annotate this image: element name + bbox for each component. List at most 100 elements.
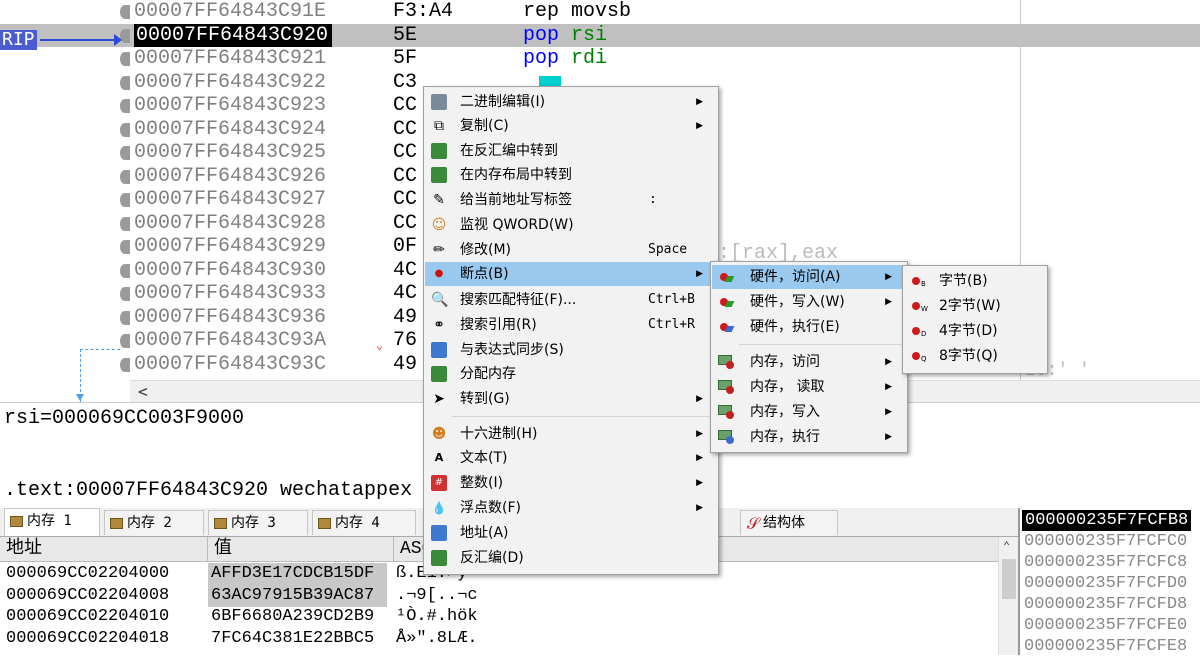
breakpoint-gutter-dot[interactable] xyxy=(120,310,130,325)
bp-item-4[interactable]: 内存， 读取 ▶ xyxy=(712,375,906,399)
rip-label: RIP xyxy=(0,29,37,50)
menu-item-sync[interactable]: 与表达式同步(S) xyxy=(425,338,717,362)
menu-item-watch[interactable]: ☺ 监视 QWORD(W) xyxy=(425,213,717,237)
menu-item-label: 反汇编(D) xyxy=(460,550,524,566)
menu-item-search-pattern[interactable]: 🔍 搜索匹配特征(F)... Ctrl+B xyxy=(425,288,717,312)
breakpoint-size-icon: B xyxy=(910,273,926,289)
header-address[interactable]: 地址 xyxy=(0,537,208,561)
menu-item-label: 地址(A) xyxy=(460,525,509,541)
stack-row[interactable]: 000000235F7FCFC8 xyxy=(1024,552,1187,573)
breakpoint-gutter-dot[interactable] xyxy=(120,169,130,184)
tab-struct[interactable]: 𝒮 结构体 xyxy=(740,510,838,535)
stack-row[interactable]: 000000235F7FCFE0 xyxy=(1024,615,1187,636)
stack-row[interactable]: 000000235F7FCFD8 xyxy=(1024,594,1187,615)
menu-item-shortcut: Space xyxy=(648,242,688,257)
submenu-arrow-icon: ▶ xyxy=(885,382,892,392)
stack-row-current[interactable]: 000000235F7FCFB8 xyxy=(1022,510,1192,531)
menu-item-binoculars[interactable]: ⚭ 搜索引用(R) Ctrl+R xyxy=(425,313,717,337)
bp-item-3[interactable]: 内存，访问 ▶ xyxy=(712,350,906,374)
tab-memory-4[interactable]: 内存 4 xyxy=(312,510,416,535)
breakpoint-gutter-dot[interactable] xyxy=(120,287,130,301)
dump-address: 000069CC02204008 xyxy=(6,585,170,605)
breakpoint-gutter-dot[interactable] xyxy=(120,357,130,372)
memory-breakpoint-icon xyxy=(718,404,734,420)
menu-item-shortcut: Ctrl+B xyxy=(648,292,695,307)
scroll-thumb[interactable] xyxy=(1002,559,1016,599)
bp-item-label: 硬件，访问(A) xyxy=(750,269,841,285)
menu-item-integer[interactable]: # 整数(I) ▶ xyxy=(425,471,717,495)
bp-item-1[interactable]: 硬件，写入(W) ▶ xyxy=(712,290,906,314)
dump-row[interactable]: 000069CC02204010 6BF6680A239CD2B9 ¹Ò.#.hök xyxy=(0,606,1000,628)
stack-row[interactable]: 000000235F7FCFC0 xyxy=(1024,531,1187,552)
breakpoint-gutter-dot[interactable] xyxy=(120,263,130,278)
tab-memory-1[interactable]: 内存 1 xyxy=(4,508,100,536)
submenu-arrow-icon: ▶ xyxy=(696,97,703,107)
dump-row[interactable]: 000069CC02204008 63AC97915B39AC87 .¬9[..¬c xyxy=(0,584,1000,607)
size-item-w[interactable]: W 2字节(W) xyxy=(904,294,1046,318)
stack-view[interactable]: 000000235F7FCFB8 000000235F7FCFC0 00000023… xyxy=(1018,508,1200,657)
scroll-left-icon[interactable]: < xyxy=(138,381,148,402)
menu-item-copy[interactable]: ⧉ 复制(C) ▶ xyxy=(425,114,717,138)
tab-memory-2[interactable]: 内存 2 xyxy=(104,510,204,535)
breakpoint-gutter-dot[interactable] xyxy=(120,75,130,90)
breakpoint-size-icon: W xyxy=(910,298,928,314)
header-value[interactable]: 值 xyxy=(208,537,394,561)
goto-memmap-icon xyxy=(431,167,447,183)
size-item-label: 2字节(W) xyxy=(939,298,1001,314)
menu-item-label[interactable]: ✎ 给当前地址写标签: xyxy=(425,188,717,212)
breakpoint-gutter-dot[interactable] xyxy=(120,122,130,137)
disasm-address: 00007FF64843C93C xyxy=(134,352,327,376)
bp-item-5[interactable]: 内存，写入 ▶ xyxy=(712,400,906,424)
disasm-row[interactable]: 00007FF64843C921 5F pop rdi xyxy=(0,47,1200,71)
breakpoint-gutter-dot[interactable] xyxy=(120,5,130,19)
breakpoint-gutter-dot[interactable] xyxy=(120,99,130,113)
menu-item-float[interactable]: 💧 浮点数(F) ▶ xyxy=(425,496,717,520)
disasm-bytes: 5E xyxy=(393,23,418,47)
menu-item-goto-memmap[interactable]: 在内存布局中转到 xyxy=(425,163,717,187)
disasm-row-current[interactable]: 00007FF64843C920 5E pop rsi xyxy=(0,23,1200,47)
rip-arrow xyxy=(40,39,118,41)
bp-item-2[interactable]: 硬件，执行(E) xyxy=(712,315,906,339)
binary-edit-icon xyxy=(431,94,447,110)
dump-vertical-scrollbar[interactable]: ⌃ xyxy=(998,537,1019,655)
disasm-bytes: 5F xyxy=(393,47,418,70)
size-item-q[interactable]: Q 8字节(Q) xyxy=(904,344,1046,368)
dump-value: 7FC64C381E22BBC5 xyxy=(211,628,375,648)
disasm-bytes: 4C xyxy=(393,258,418,282)
menu-item-text[interactable]: A 文本(T) ▶ xyxy=(425,446,717,470)
menu-item-goto[interactable]: ➤ 转到(G) ▶ xyxy=(425,387,717,411)
menu-item-breakpoint[interactable]: ● 断点(B) ▶ xyxy=(425,262,717,286)
size-item-d[interactable]: D 4字节(D) xyxy=(904,319,1046,343)
menu-item-allocate-memory[interactable]: 分配内存 xyxy=(425,362,717,386)
menu-item-label: 在反汇编中转到 xyxy=(460,143,558,159)
label-icon: ✎ xyxy=(433,192,445,208)
size-item-b[interactable]: B 字节(B) xyxy=(904,269,1046,293)
menu-item-binary-edit[interactable]: 二进制编辑(I) ▶ xyxy=(425,90,717,114)
bp-item-6[interactable]: 内存，执行 ▶ xyxy=(712,425,906,449)
menu-item-disassembly[interactable]: 反汇编(D) xyxy=(425,546,717,570)
scroll-up-icon[interactable]: ⌃ xyxy=(1003,539,1010,553)
menu-item-label: 文本(T) xyxy=(460,450,508,466)
breakpoint-gutter-dot[interactable] xyxy=(120,146,130,160)
dump-address: 000069CC02204010 xyxy=(6,607,170,626)
tab-memory-3[interactable]: 内存 3 xyxy=(208,510,308,535)
menu-item-pencil[interactable]: ✏ 修改(M) Space xyxy=(425,238,717,262)
stack-row[interactable]: 000000235F7FCFD0 xyxy=(1024,573,1187,594)
menu-item-hex[interactable]: ☻ 十六进制(H) ▶ xyxy=(425,422,717,446)
disasm-address: 00007FF64843C930 xyxy=(134,258,327,282)
menu-item-address[interactable]: 地址(A) xyxy=(425,521,717,545)
memory-breakpoint-icon xyxy=(718,354,734,370)
breakpoint-gutter-dot[interactable] xyxy=(120,52,130,66)
breakpoint-gutter-dot[interactable] xyxy=(120,193,130,207)
stack-row[interactable]: 000000235F7FCFE8 xyxy=(1024,636,1187,657)
disasm-row[interactable]: 00007FF64843C91E F3:A4 rep movsb xyxy=(0,0,1200,24)
breakpoint-gutter-dot[interactable] xyxy=(120,216,130,231)
dump-row[interactable]: 000069CC02204018 7FC64C381E22BBC5 Å»".8LÆ. xyxy=(0,628,1000,650)
breakpoint-gutter-dot[interactable] xyxy=(120,334,130,348)
size-letter-icon: B xyxy=(921,280,926,288)
menu-item-goto-disasm[interactable]: 在反汇编中转到 xyxy=(425,139,717,163)
instruction-mnemonic: pop xyxy=(523,23,560,47)
bp-item-0[interactable]: 硬件，访问(A) ▶ xyxy=(712,265,906,289)
breakpoint-gutter-dot[interactable] xyxy=(120,240,130,254)
disasm-address: 00007FF64843C920 xyxy=(134,23,333,47)
